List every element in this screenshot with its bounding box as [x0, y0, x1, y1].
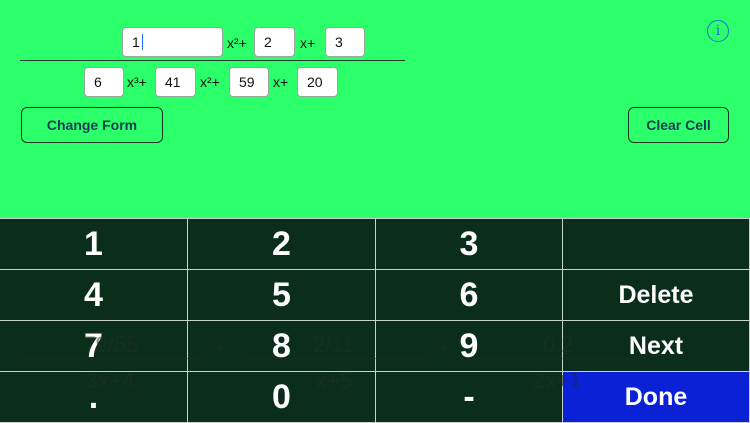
fraction-bar — [20, 60, 405, 61]
denominator-x-coefficient-field[interactable]: 59 — [229, 67, 269, 97]
key-3[interactable]: 3 — [376, 219, 563, 270]
numerator-x2-term-label: x²+ — [227, 35, 247, 51]
denominator-constant-field[interactable]: 20 — [297, 67, 338, 97]
clear-cell-button[interactable]: Clear Cell — [628, 107, 729, 143]
key-8[interactable]: 8 — [188, 321, 376, 372]
minus-key[interactable]: - — [376, 372, 563, 423]
denominator-x3-coefficient-field[interactable]: 6 — [84, 67, 124, 97]
done-key[interactable]: Done — [563, 372, 750, 423]
numerator-x2-coefficient-field[interactable]: 1 — [122, 27, 223, 57]
key-9[interactable]: 9 — [376, 321, 563, 372]
key-6[interactable]: 6 — [376, 270, 563, 321]
key-5[interactable]: 5 — [188, 270, 376, 321]
key-7[interactable]: 7 — [0, 321, 188, 372]
numerator-constant-field[interactable]: 3 — [325, 27, 365, 57]
key-4[interactable]: 4 — [0, 270, 188, 321]
decimal-point-key[interactable]: . — [0, 372, 188, 423]
numerator-x-term-label: x+ — [300, 35, 316, 51]
denominator-x-term-label: x+ — [273, 74, 289, 90]
denominator-x2-coefficient-field[interactable]: 41 — [155, 67, 196, 97]
numeric-keypad: 1 2 3 4 5 6 Delete 7 8 9 Next . 0 - Done — [0, 218, 750, 423]
delete-key[interactable]: Delete — [563, 270, 750, 321]
next-key[interactable]: Next — [563, 321, 750, 372]
key-0[interactable]: 0 — [188, 372, 376, 423]
denominator-x3-term-label: x³+ — [127, 74, 147, 90]
denominator-x2-term-label: x²+ — [200, 74, 220, 90]
key-1[interactable]: 1 — [0, 219, 188, 270]
change-form-button[interactable]: Change Form — [21, 107, 163, 143]
key-2[interactable]: 2 — [188, 219, 376, 270]
equation-panel: 1 x²+ 2 x+ 3 6 x³+ 41 x²+ 59 x+ 20 Chang… — [0, 0, 750, 218]
key-blank — [563, 219, 750, 270]
numerator-x-coefficient-field[interactable]: 2 — [254, 27, 295, 57]
info-icon[interactable]: i — [707, 20, 729, 42]
